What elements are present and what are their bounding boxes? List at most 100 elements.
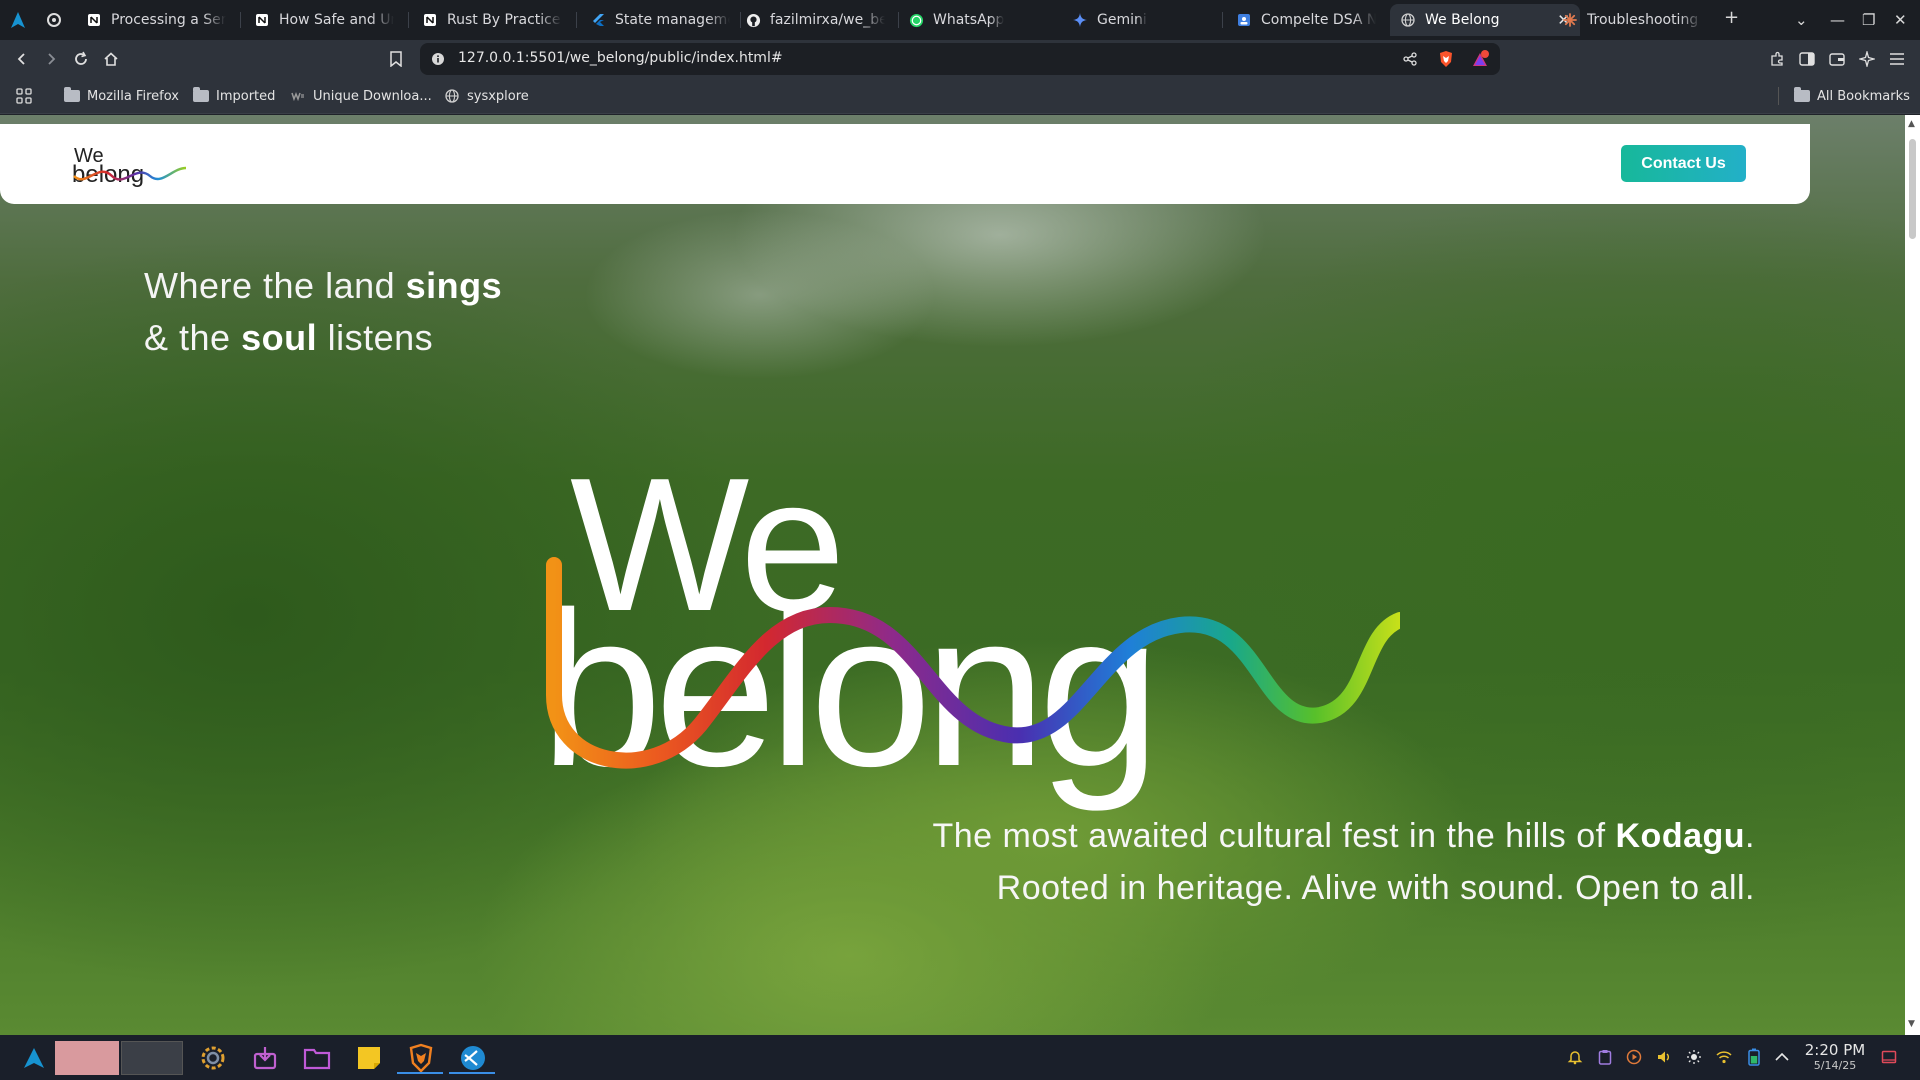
contact-us-button[interactable]: Contact Us [1621,145,1746,182]
tab-label: WhatsApp [933,12,1005,28]
tab-label: Compelte DSA Notes [1261,12,1376,28]
page-scrollbar[interactable]: ▲ ▼ [1905,115,1920,1035]
extensions-icon[interactable] [1767,49,1787,69]
brave-rewards-icon[interactable] [1470,49,1490,69]
tagline-left-emphasis-soul: soul [241,317,318,358]
arch-menu-icon[interactable] [8,10,28,30]
tab-label: How Safe and Unsafe [279,12,394,28]
globe-icon [1400,12,1416,28]
bookmark-label: Mozilla Firefox [87,88,179,104]
tab-whatsapp[interactable]: WhatsApp [898,4,1058,36]
active-app-indicator [449,1072,495,1074]
flutter-icon [590,12,606,28]
header-logo[interactable]: We belong [72,142,188,190]
tagline-right-line1-text: The most awaited cultural fest in the hi… [932,817,1616,855]
leo-ai-icon[interactable] [1857,49,1877,69]
new-tab-icon[interactable]: + [1724,8,1739,28]
tab-label: We Belong [1425,12,1500,28]
arch-launcher-icon[interactable] [18,1042,50,1074]
navigation-bar: 127.0.0.1:5501/we_belong/public/index.ht… [0,40,1920,78]
gemini-icon [1072,12,1088,28]
forward-icon[interactable] [41,49,61,69]
tab-state-management[interactable]: State management [580,4,740,36]
whatsapp-icon [908,12,924,28]
site-icon [290,88,306,104]
brightness-icon[interactable] [1685,1048,1703,1066]
brave-browser-icon[interactable] [397,1042,443,1074]
tab-label: fazilmirxa/we_belong [770,12,885,28]
doc-icon [1236,12,1252,28]
site-info-icon[interactable] [428,49,448,69]
restore-icon[interactable]: ❐ [1862,10,1875,30]
tab-dsa-notes[interactable]: Compelte DSA Notes [1226,4,1386,36]
tab-github-we-belong[interactable]: fazilmirxa/we_belong [735,4,895,36]
wifi-icon[interactable] [1715,1048,1733,1066]
tab-troubleshooting[interactable]: Troubleshooting N [1552,4,1712,36]
menu-icon[interactable] [1887,49,1907,69]
bookmark-sysxplore[interactable]: sysxplore [444,86,529,106]
tagline-left-line2-text: & the [144,317,242,358]
hero-logo-bottom: belong [540,566,1153,812]
all-bookmarks[interactable]: All Bookmarks [1794,86,1910,106]
github-icon [745,12,761,28]
minimize-icon[interactable]: — [1830,10,1845,30]
workspace-1[interactable] [55,1041,119,1075]
tray-expand-icon[interactable] [1773,1048,1791,1066]
workspace-2[interactable] [121,1041,183,1075]
show-desktop-icon[interactable] [1880,1048,1898,1066]
tab-how-safe[interactable]: How Safe and Unsafe [244,4,404,36]
tagline-left-line1-text: Where the land [144,265,406,306]
hero-logo: We belong [540,439,1400,812]
vscode-icon[interactable] [449,1042,495,1074]
tab-processing-series[interactable]: Processing a Series [76,4,236,36]
sidebar-icon[interactable] [1797,49,1817,69]
apps-grid-icon[interactable] [16,86,32,106]
volume-icon[interactable] [1655,1048,1673,1066]
home-icon[interactable] [101,49,121,69]
settings-gear-icon[interactable] [197,1042,229,1074]
file-manager-icon[interactable] [301,1042,333,1074]
bookmark-mozilla-firefox[interactable]: Mozilla Firefox [64,86,179,106]
tab-bar: Processing a Series How Safe and Unsafe … [0,0,1920,40]
scroll-up-arrow-icon[interactable]: ▲ [1908,119,1915,129]
wallet-icon[interactable] [1827,49,1847,69]
tab-label: Processing a Series [111,12,226,28]
battery-icon[interactable] [1745,1048,1763,1066]
tagline-right-emphasis-kodagu: Kodagu [1615,817,1746,855]
tab-list-icon[interactable]: ⌄ [1795,10,1808,30]
brave-shields-icon[interactable] [1436,49,1456,69]
back-icon[interactable] [12,49,32,69]
bookmark-unique-downloads[interactable]: Unique Downloa... [290,86,432,106]
clipboard-icon[interactable] [1596,1048,1614,1066]
taskbar: 2:20 PM 5/14/25 [0,1035,1920,1080]
notification-bell-icon[interactable] [1566,1048,1584,1066]
tab-gemini[interactable]: Gemini [1062,4,1222,36]
tab-rust-by-practice[interactable]: Rust By Practice - R [412,4,572,36]
globe-icon [444,88,460,104]
active-app-indicator [397,1072,443,1074]
media-player-icon[interactable] [1625,1048,1643,1066]
close-window-icon[interactable]: ✕ [1894,10,1907,30]
folder-icon [1794,87,1810,102]
page-hero: We belong Contact Us Where the land sing… [0,115,1905,1035]
url-text: 127.0.0.1:5501/we_belong/public/index.ht… [458,50,783,66]
address-bar[interactable]: 127.0.0.1:5501/we_belong/public/index.ht… [420,43,1500,75]
folder-icon [64,87,80,102]
bookmark-imported[interactable]: Imported [193,86,275,106]
clock[interactable]: 2:20 PM 5/14/25 [1800,1042,1870,1073]
reload-icon[interactable] [71,49,91,69]
tagline-right-period: . [1745,817,1755,855]
all-bookmarks-label: All Bookmarks [1817,88,1910,104]
clock-date: 5/14/25 [1813,1059,1857,1072]
tab-search-icon[interactable] [44,10,64,30]
bookmark-label: Imported [216,88,276,104]
tab-label: Troubleshooting N [1587,12,1702,28]
software-center-icon[interactable] [249,1042,281,1074]
share-icon[interactable] [1400,49,1420,69]
notion-icon [422,12,438,28]
site-header: We belong Contact Us [0,124,1810,204]
notes-icon[interactable] [353,1042,385,1074]
bookmark-page-icon[interactable] [386,49,406,69]
scroll-thumb[interactable] [1909,139,1916,239]
scroll-down-arrow-icon[interactable]: ▼ [1908,1019,1915,1029]
